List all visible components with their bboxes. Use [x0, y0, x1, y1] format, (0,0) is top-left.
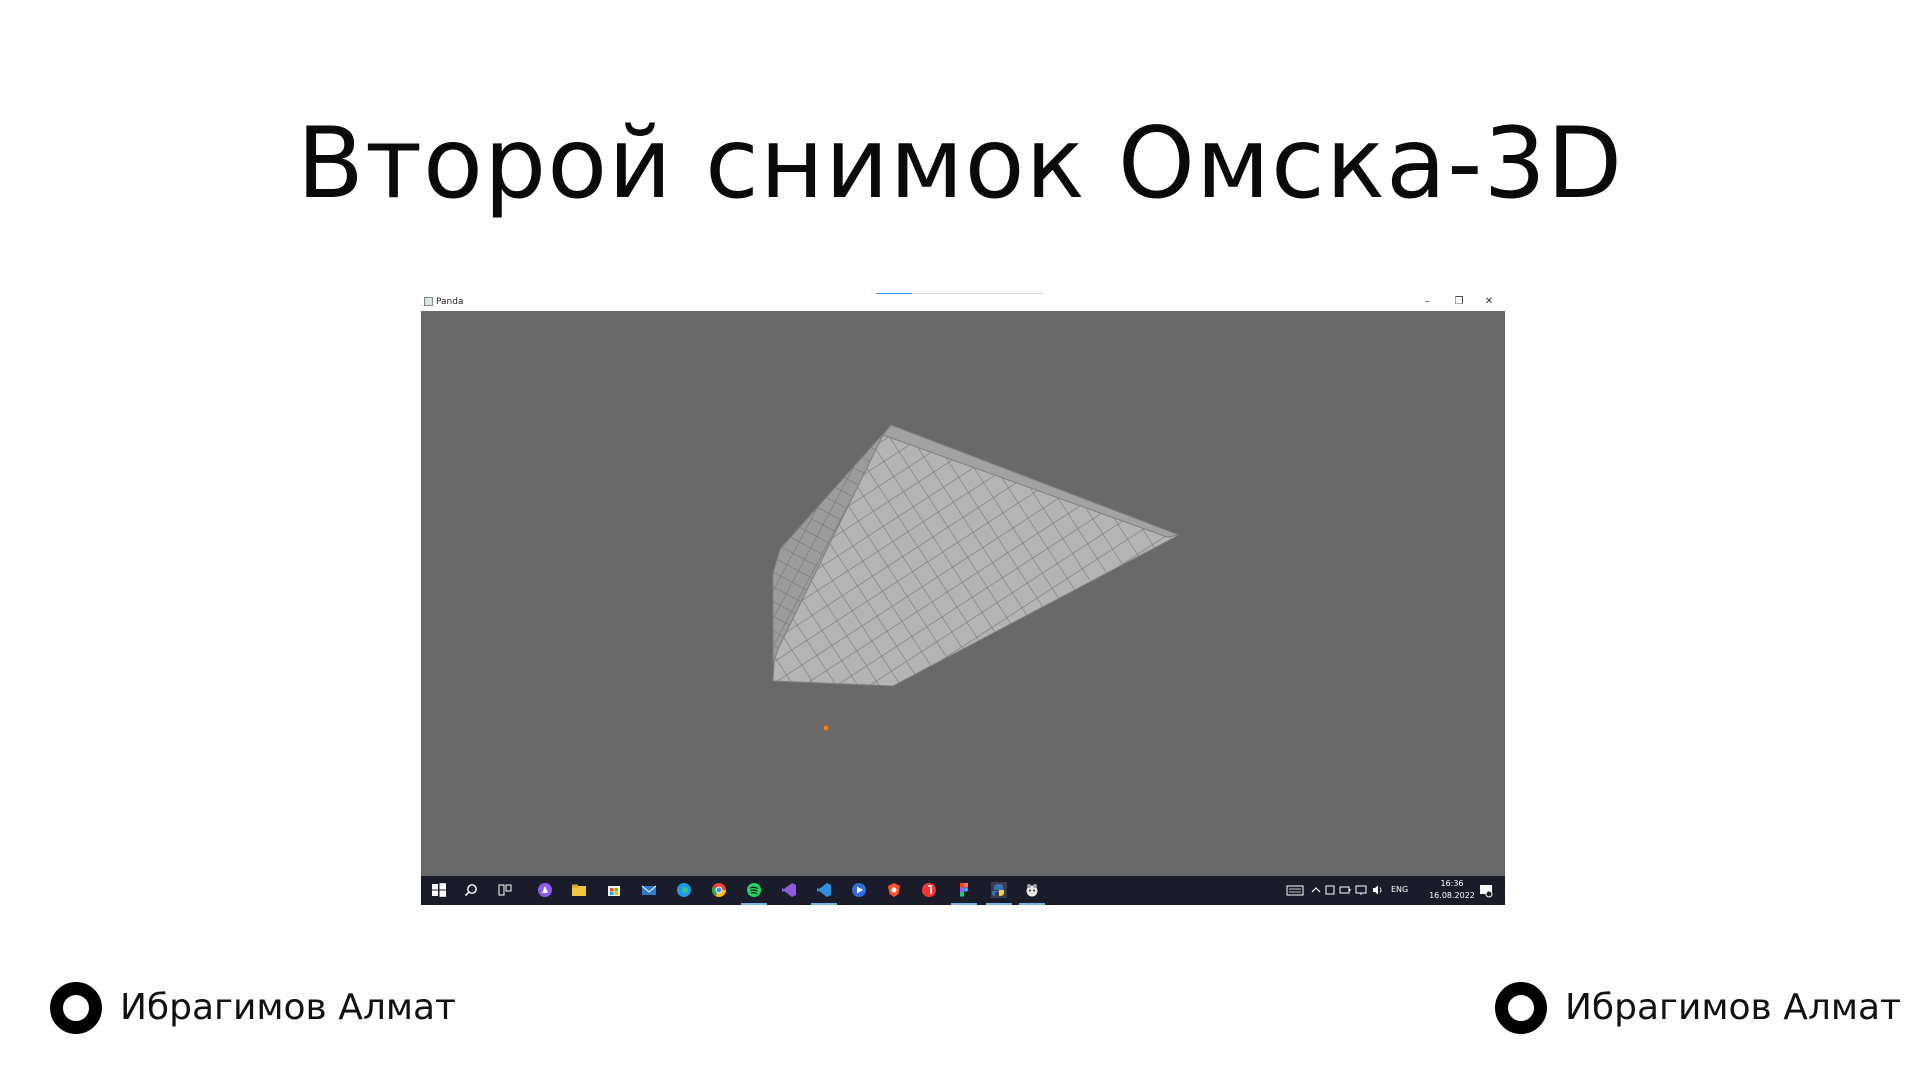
display-icon[interactable] — [1355, 882, 1367, 898]
python-active-indicator — [986, 903, 1012, 905]
search-icon[interactable] — [463, 882, 479, 898]
alice-icon[interactable] — [537, 882, 553, 898]
file-explorer-icon[interactable] — [571, 882, 587, 898]
language-indicator[interactable]: ENG — [1391, 885, 1408, 894]
presentation-slide: Второй снимок Омска-3D Panda – ❐ ✕ ENG 1… — [0, 0, 1920, 1080]
python-icon[interactable] — [991, 882, 1007, 898]
yandex-browser-icon[interactable] — [921, 882, 937, 898]
close-button[interactable]: ✕ — [1473, 293, 1505, 311]
figma-active-indicator — [951, 903, 977, 905]
slide-title: Второй снимок Омска-3D — [296, 107, 1624, 221]
keyboard-icon[interactable] — [1286, 882, 1304, 898]
3d-scene — [772, 424, 1181, 731]
notifications-icon[interactable] — [1479, 882, 1493, 898]
vscode-active-indicator — [811, 903, 837, 905]
brave-icon[interactable] — [886, 882, 902, 898]
clock-date[interactable]: 16.08.2022 — [1426, 891, 1478, 900]
minimize-button[interactable]: – — [1411, 293, 1443, 311]
figma-icon[interactable] — [956, 882, 972, 898]
3d-viewport[interactable] — [421, 311, 1505, 876]
ring-logo-icon — [50, 982, 102, 1034]
window-title: Panda — [436, 297, 464, 307]
embedded-screenshot: Panda – ❐ ✕ ENG 16:36 16.08.2022 — [421, 293, 1505, 905]
titlebar-accent-line — [876, 293, 912, 294]
battery-icon[interactable] — [1339, 882, 1351, 898]
spotify-active-indicator — [741, 903, 767, 905]
scene-marker-point — [823, 725, 829, 731]
start-icon[interactable] — [431, 882, 447, 898]
panda-icon[interactable] — [1024, 882, 1040, 898]
edge-icon[interactable] — [676, 882, 692, 898]
spotify-icon[interactable] — [746, 882, 762, 898]
chrome-icon[interactable] — [711, 882, 727, 898]
mail-icon[interactable] — [641, 882, 657, 898]
clock-time[interactable]: 16:36 — [1432, 879, 1472, 888]
volume-icon[interactable] — [1371, 882, 1385, 898]
visual-studio-icon[interactable] — [781, 882, 797, 898]
titlebar-divider-line — [912, 293, 1044, 294]
windows-taskbar: ENG 16:36 16.08.2022 — [421, 876, 1505, 905]
network-icon[interactable] — [1324, 882, 1336, 898]
author-name-right: Ибрагимов Алмат — [1565, 987, 1902, 1028]
author-name-left: Ибрагимов Алмат — [120, 987, 457, 1028]
restore-button[interactable]: ❐ — [1443, 293, 1475, 311]
media-player-icon[interactable] — [851, 882, 867, 898]
window-titlebar[interactable]: Panda – ❐ ✕ — [421, 293, 1505, 311]
vscode-icon[interactable] — [816, 882, 832, 898]
chevron-up-icon[interactable] — [1310, 882, 1322, 898]
panda-app-icon — [424, 297, 433, 306]
store-icon[interactable] — [606, 882, 622, 898]
panda-active-indicator — [1019, 903, 1045, 905]
task-view-icon[interactable] — [497, 882, 513, 898]
ring-logo-icon — [1495, 982, 1547, 1034]
